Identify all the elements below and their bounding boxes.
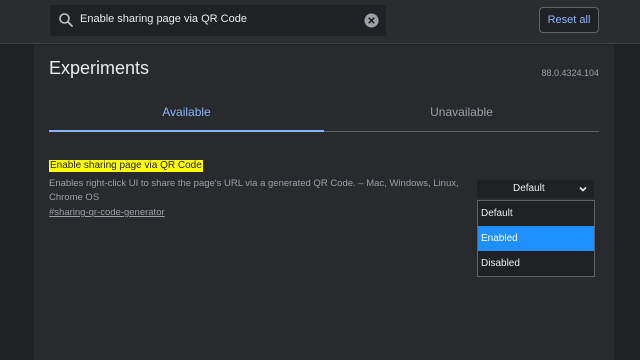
option-default[interactable]: Default — [478, 201, 594, 226]
top-bar: Enable sharing page via QR Code Reset al… — [0, 0, 640, 44]
select-current-value: Default — [513, 183, 545, 194]
search-icon — [59, 13, 73, 27]
search-input[interactable]: Enable sharing page via QR Code — [50, 5, 386, 36]
active-tab-indicator — [49, 130, 324, 132]
tab-divider — [324, 131, 599, 132]
experiment-description: Enables right-click UI to share the page… — [49, 178, 459, 203]
chevron-down-icon — [579, 186, 587, 192]
tab-available[interactable]: Available — [49, 105, 324, 119]
version-label: 88.0.4324.104 — [541, 68, 599, 78]
experiment-permalink[interactable]: #sharing-qr-code-generator — [49, 207, 165, 218]
experiment-state-select[interactable]: Default — [477, 180, 594, 198]
option-enabled[interactable]: Enabled — [478, 226, 594, 251]
page-title: Experiments — [49, 58, 150, 78]
reset-all-button[interactable]: Reset all — [539, 7, 599, 33]
tab-unavailable[interactable]: Unavailable — [324, 105, 599, 119]
clear-icon[interactable] — [364, 13, 379, 28]
option-disabled[interactable]: Disabled — [478, 251, 594, 276]
search-text[interactable]: Enable sharing page via QR Code — [80, 13, 247, 25]
select-dropdown-list: Default Enabled Disabled — [477, 200, 595, 277]
experiment-title: Enable sharing page via QR Code — [49, 160, 203, 172]
